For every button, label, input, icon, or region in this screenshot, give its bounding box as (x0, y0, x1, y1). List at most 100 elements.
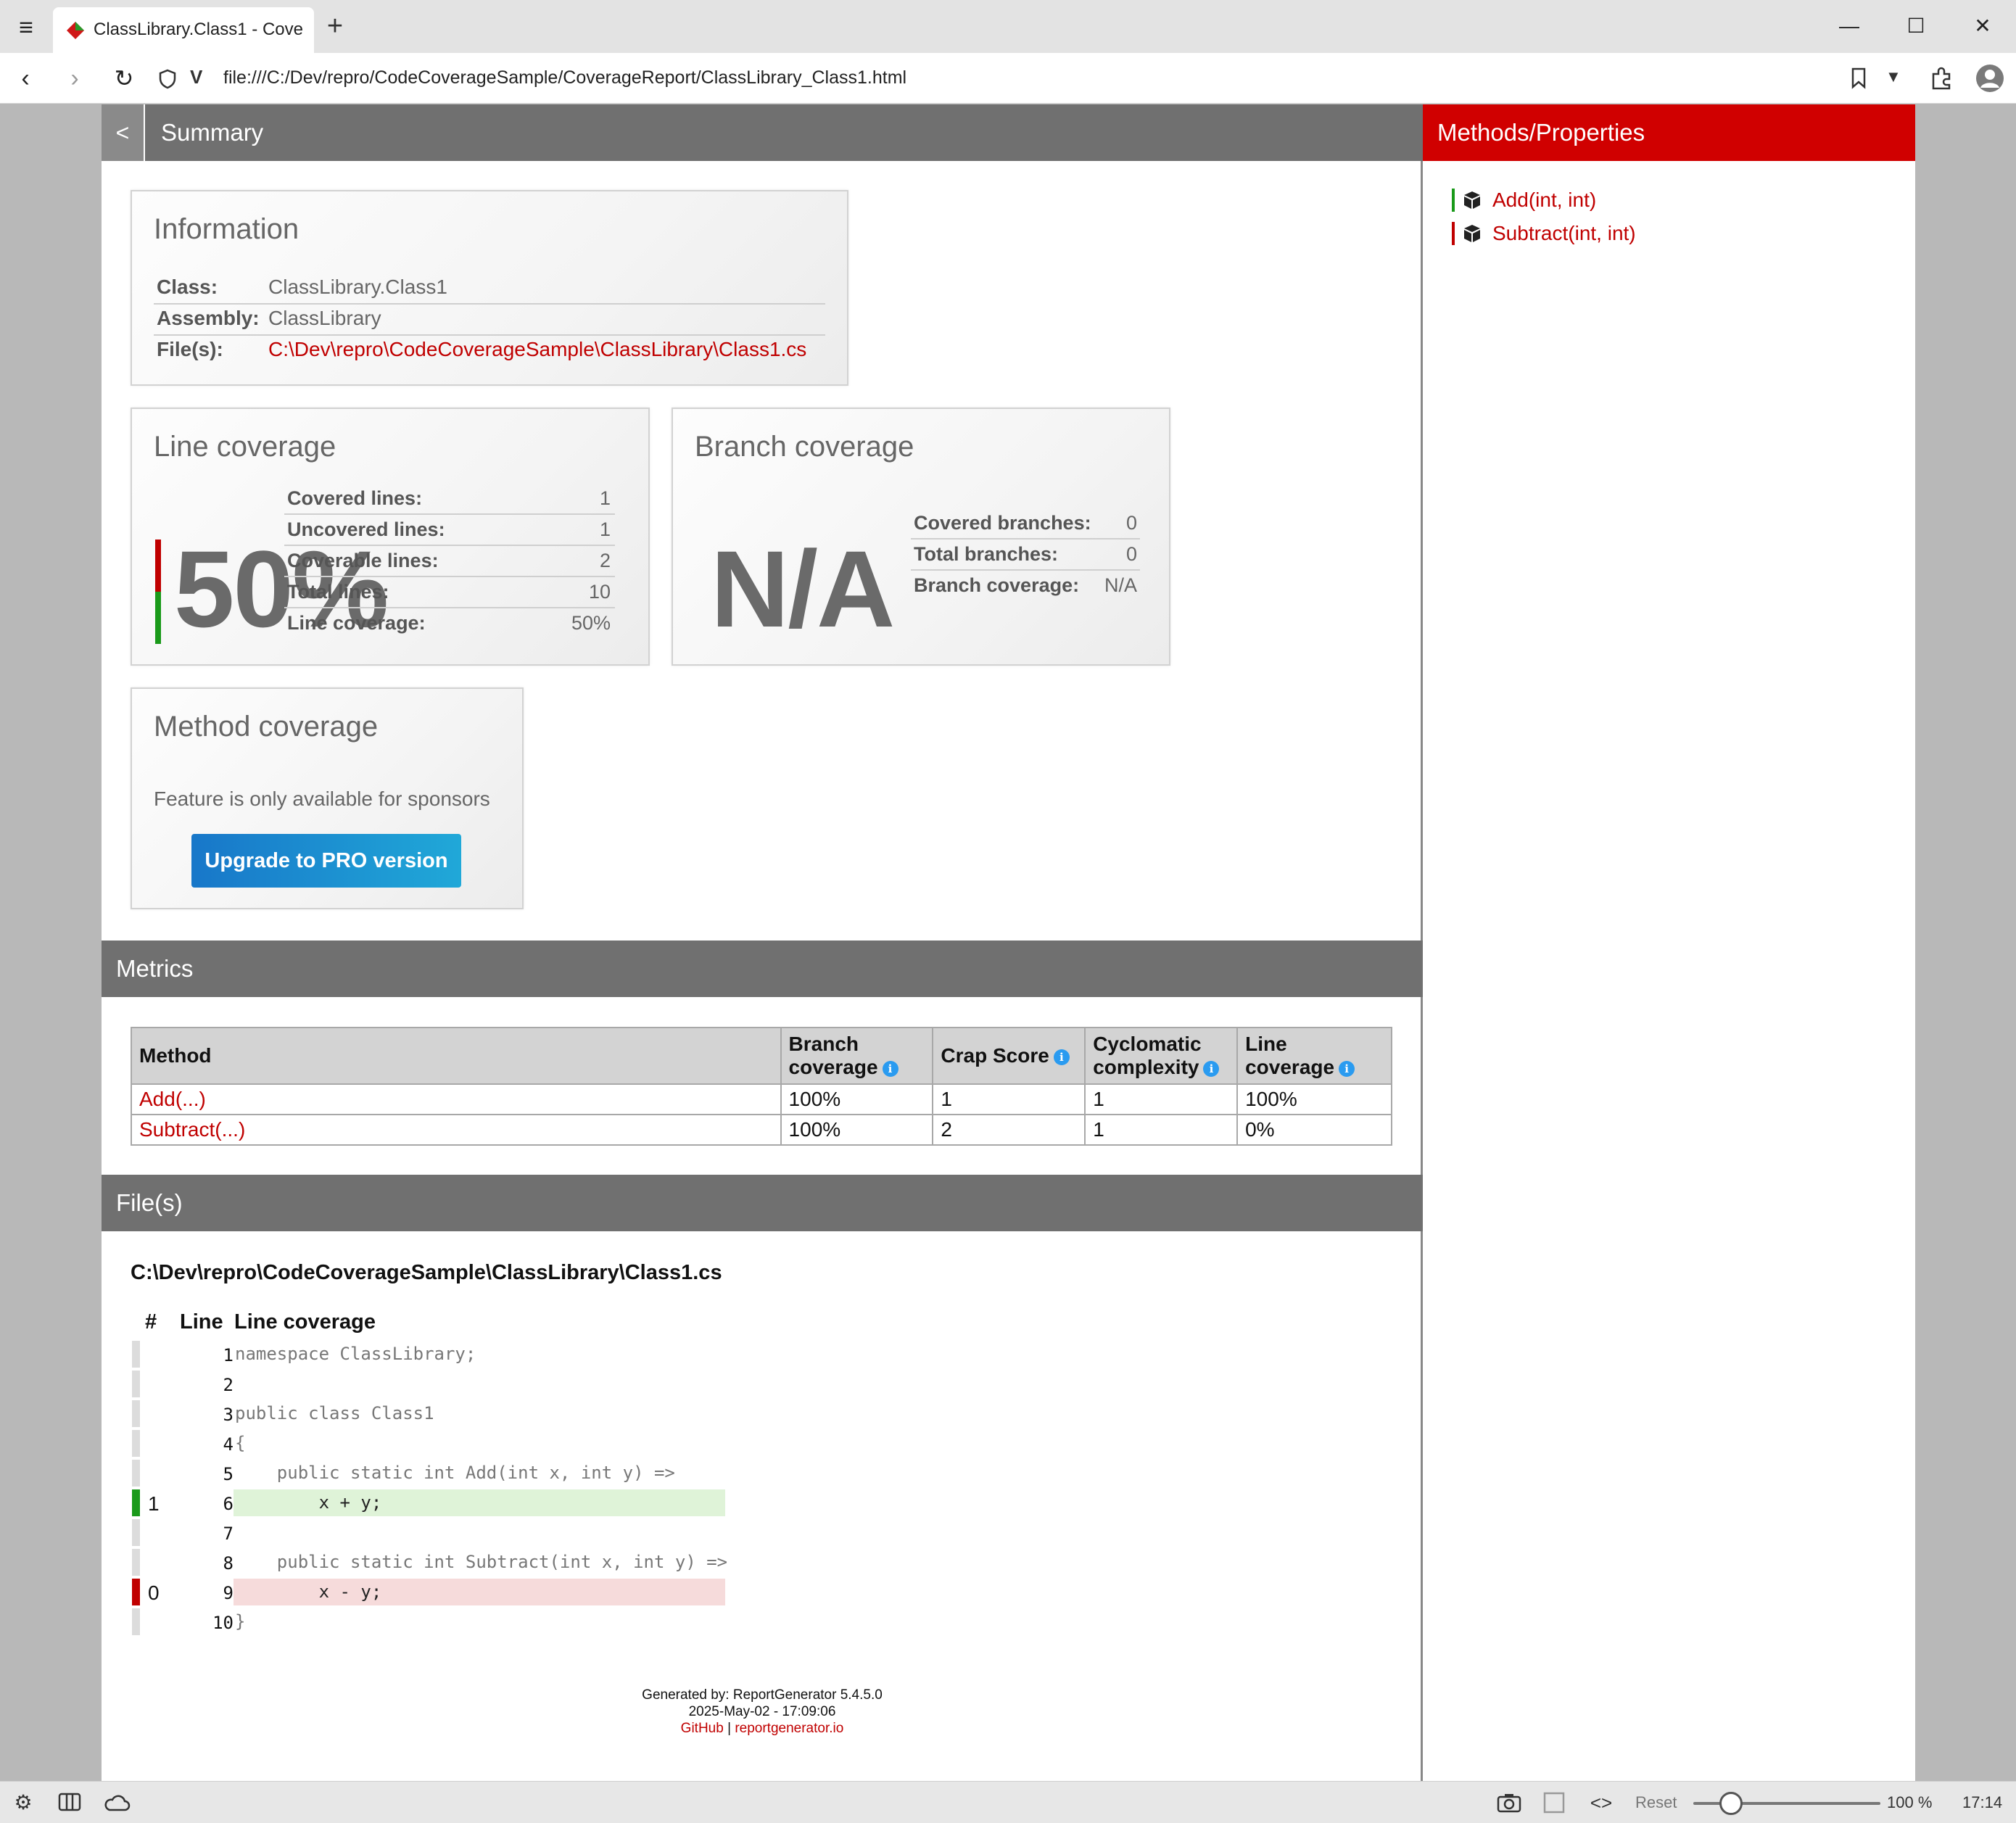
assembly-value: ClassLibrary (268, 307, 381, 329)
col-line-coverage[interactable]: Line coverage i (1236, 1027, 1392, 1085)
info-icon[interactable]: i (1203, 1060, 1220, 1077)
zoom-reset-button[interactable]: Reset (1635, 1793, 1677, 1812)
coverage-marker (132, 1489, 140, 1516)
col-cyclomatic[interactable]: Cyclomatic complexity i (1084, 1027, 1239, 1085)
maximize-icon[interactable]: ☐ (1894, 10, 1938, 42)
col-line-coverage: Line coverage (234, 1310, 376, 1334)
stat-label: Line coverage: (287, 612, 426, 634)
line-number: 4 (223, 1434, 234, 1455)
profile-icon[interactable] (1975, 64, 2004, 93)
divider (284, 576, 615, 577)
code-line: 7 (132, 1519, 828, 1549)
line-coverage-title: Line coverage (154, 431, 336, 463)
code-text: public static int Add(int x, int y) => (235, 1463, 675, 1483)
stat-value: 0 (1125, 512, 1137, 534)
line-number: 7 (223, 1524, 234, 1544)
line-number: 10 (212, 1613, 234, 1633)
bookmark-icon[interactable] (1851, 67, 1867, 89)
code-line: 2 (132, 1371, 828, 1400)
line-number: 3 (223, 1405, 234, 1425)
col-line-text: Line (1245, 1033, 1287, 1055)
camera-icon[interactable] (1497, 1792, 1521, 1814)
settings-icon[interactable]: ⚙ (10, 1790, 36, 1815)
code-line: 5 public static int Add(int x, int y) => (132, 1460, 828, 1489)
reportgenerator-link[interactable]: reportgenerator.io (735, 1721, 843, 1736)
code-line: 10} (132, 1608, 828, 1638)
menu-icon[interactable]: ≡ (10, 12, 42, 44)
cloud-icon[interactable] (103, 1793, 131, 1812)
back-to-index-button[interactable]: < (102, 104, 145, 161)
line-number: 1 (223, 1345, 234, 1365)
sidebar-toggle-icon[interactable] (58, 1792, 81, 1812)
back-icon[interactable]: ‹ (10, 63, 41, 94)
coverage-bar (155, 540, 161, 644)
coverage-marker (132, 1519, 140, 1546)
table-row: Subtract(...) 100% 2 1 0% (131, 1114, 1392, 1146)
github-link[interactable]: GitHub (681, 1721, 724, 1736)
line-number: 5 (223, 1464, 234, 1484)
coverage-status-marker (1452, 222, 1455, 245)
reload-icon[interactable]: ↻ (109, 63, 139, 94)
code-text: x - y; (234, 1579, 725, 1605)
col-branch-text: Branch (788, 1033, 859, 1055)
code-line: 3 public class Class1 (132, 1400, 828, 1430)
page-tiling-icon[interactable] (1543, 1792, 1565, 1814)
methods-panel: Methods/Properties Add(int, int) Subtract… (1423, 104, 1915, 1781)
stat-label: Total branches: (914, 543, 1059, 565)
close-icon[interactable]: ✕ (1961, 10, 2004, 42)
shield-icon[interactable] (158, 69, 177, 89)
col-method[interactable]: Method (131, 1027, 782, 1085)
files-header: File(s) (102, 1175, 1423, 1231)
divider (284, 513, 615, 515)
col-branch-text: coverage (788, 1056, 878, 1078)
metrics-body: Add(...) 100% 1 1 100% Subtract(...) 100% 2 1 0% (131, 1083, 1392, 1146)
code-text: x + y; (234, 1489, 725, 1516)
code-text: } (235, 1611, 246, 1632)
method-nav-label: Subtract(int, int) (1492, 222, 1636, 244)
col-crap-score[interactable]: Crap Score i (932, 1027, 1086, 1085)
coverage-marker (132, 1371, 140, 1397)
browser-tab[interactable]: ClassLibrary.Class1 - Covera (53, 7, 314, 53)
col-crap-text: Crap Score (941, 1044, 1049, 1067)
code-text: public static int Subtract(int x, int y)… (235, 1552, 728, 1572)
new-tab-icon[interactable]: + (321, 12, 350, 41)
generated-date: 2025-May-02 - 17:09:06 (688, 1704, 836, 1719)
coverage-marker (132, 1430, 140, 1457)
info-icon[interactable]: i (1339, 1060, 1355, 1077)
url-field[interactable]: file:///C:/Dev/repro/CodeCoverageSample/… (223, 67, 906, 88)
coverage-status-marker (1452, 189, 1455, 212)
stat-label: Branch coverage: (914, 574, 1080, 596)
cell-line-coverage: 100% (1236, 1083, 1392, 1115)
information-card: Information Class: ClassLibrary.Class1 A… (131, 190, 848, 386)
sponsor-note: Feature is only available for sponsors (154, 788, 490, 810)
site-info-chevron-icon[interactable]: V (190, 66, 202, 88)
address-bar: ‹ › ↻ V file:///C:/Dev/repro/CodeCoverag… (0, 53, 2016, 104)
chevron-down-icon[interactable]: ▼ (1885, 67, 1901, 86)
minimize-icon[interactable]: — (1827, 10, 1871, 42)
upgrade-pro-button[interactable]: Upgrade to PRO version (191, 834, 461, 888)
stat-value: 1 (599, 518, 611, 540)
method-link[interactable]: Subtract(...) (139, 1118, 245, 1141)
files-label: File(s): (157, 338, 223, 360)
code-icon[interactable]: <> (1588, 1790, 1614, 1815)
method-link[interactable]: Add(...) (139, 1088, 206, 1110)
info-icon[interactable]: i (1053, 1049, 1070, 1065)
code-text: public class Class1 (235, 1403, 434, 1423)
file-link[interactable]: C:\Dev\repro\CodeCoverageSample\ClassLib… (268, 338, 806, 361)
col-line-number: Line (180, 1310, 223, 1334)
zoom-slider-handle[interactable] (1719, 1792, 1743, 1815)
method-cube-icon (1464, 191, 1480, 209)
info-icon[interactable]: i (882, 1060, 898, 1077)
forward-icon[interactable]: › (59, 63, 90, 94)
extensions-icon[interactable] (1929, 65, 1955, 91)
col-cyclo-text: complexity (1093, 1056, 1199, 1078)
col-branch-coverage[interactable]: Branch coverage i (780, 1027, 934, 1085)
information-title: Information (154, 213, 299, 245)
summary-header: < Summary (102, 104, 1423, 161)
tab-title: ClassLibrary.Class1 - Covera (94, 20, 304, 39)
footer-separator: | (723, 1721, 735, 1736)
method-coverage-card: Method coverage Feature is only availabl… (131, 687, 524, 909)
divider (154, 334, 825, 336)
coverage-marker (132, 1341, 140, 1368)
coverage-marker (132, 1549, 140, 1576)
